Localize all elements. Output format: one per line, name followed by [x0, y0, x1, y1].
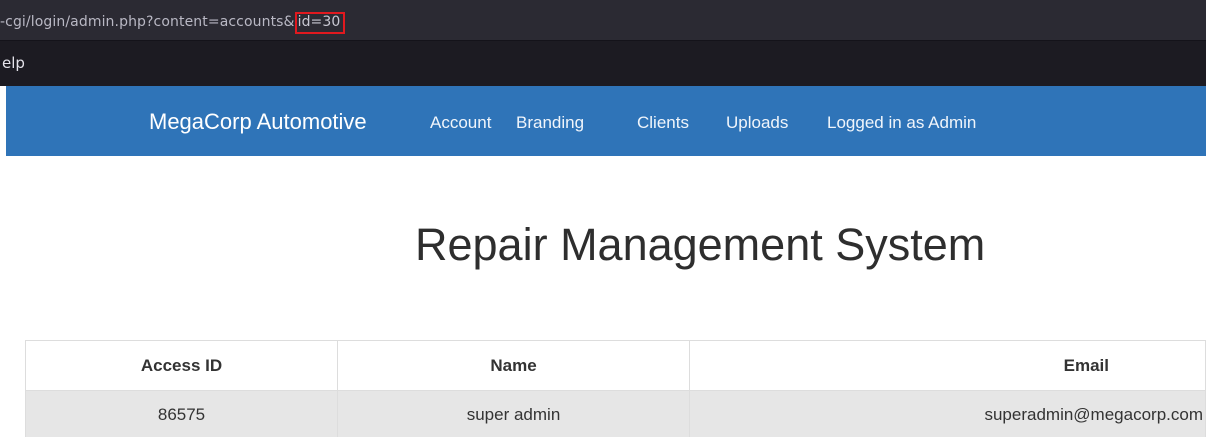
- site-navbar: MegaCorp Automotive Account Branding Cli…: [6, 86, 1206, 156]
- browser-menu-bar: elp: [0, 40, 1206, 86]
- accounts-table: Access ID Name Email 86575 super admin s…: [25, 340, 1206, 437]
- address-bar[interactable]: -cgi/login/admin.php?content=accounts& id…: [0, 0, 1206, 40]
- nav-link-logged-in-user[interactable]: Logged in as Admin: [827, 113, 976, 133]
- table-row: 86575 super admin superadmin@megacorp.co…: [25, 390, 1206, 437]
- column-header-email: Email: [689, 340, 1206, 391]
- cell-name: super admin: [337, 390, 690, 437]
- column-header-name: Name: [337, 340, 690, 391]
- nav-link-account[interactable]: Account: [430, 113, 491, 133]
- brand-link[interactable]: MegaCorp Automotive: [149, 109, 367, 135]
- table-header-row: Access ID Name Email: [25, 340, 1206, 391]
- url-text[interactable]: -cgi/login/admin.php?content=accounts& id…: [0, 12, 346, 34]
- nav-link-clients[interactable]: Clients: [637, 113, 689, 133]
- nav-link-uploads[interactable]: Uploads: [726, 113, 788, 133]
- url-path: -cgi/login/admin.php?content=accounts&: [0, 14, 295, 30]
- cell-access-id: 86575: [25, 390, 338, 437]
- cell-email: superadmin@megacorp.com: [689, 390, 1206, 437]
- url-id-parameter-highlight: id=30: [294, 12, 346, 34]
- page-title: Repair Management System: [415, 219, 986, 270]
- nav-link-branding[interactable]: Branding: [516, 113, 584, 133]
- menu-item-help[interactable]: elp: [2, 54, 25, 72]
- column-header-access-id: Access ID: [25, 340, 338, 391]
